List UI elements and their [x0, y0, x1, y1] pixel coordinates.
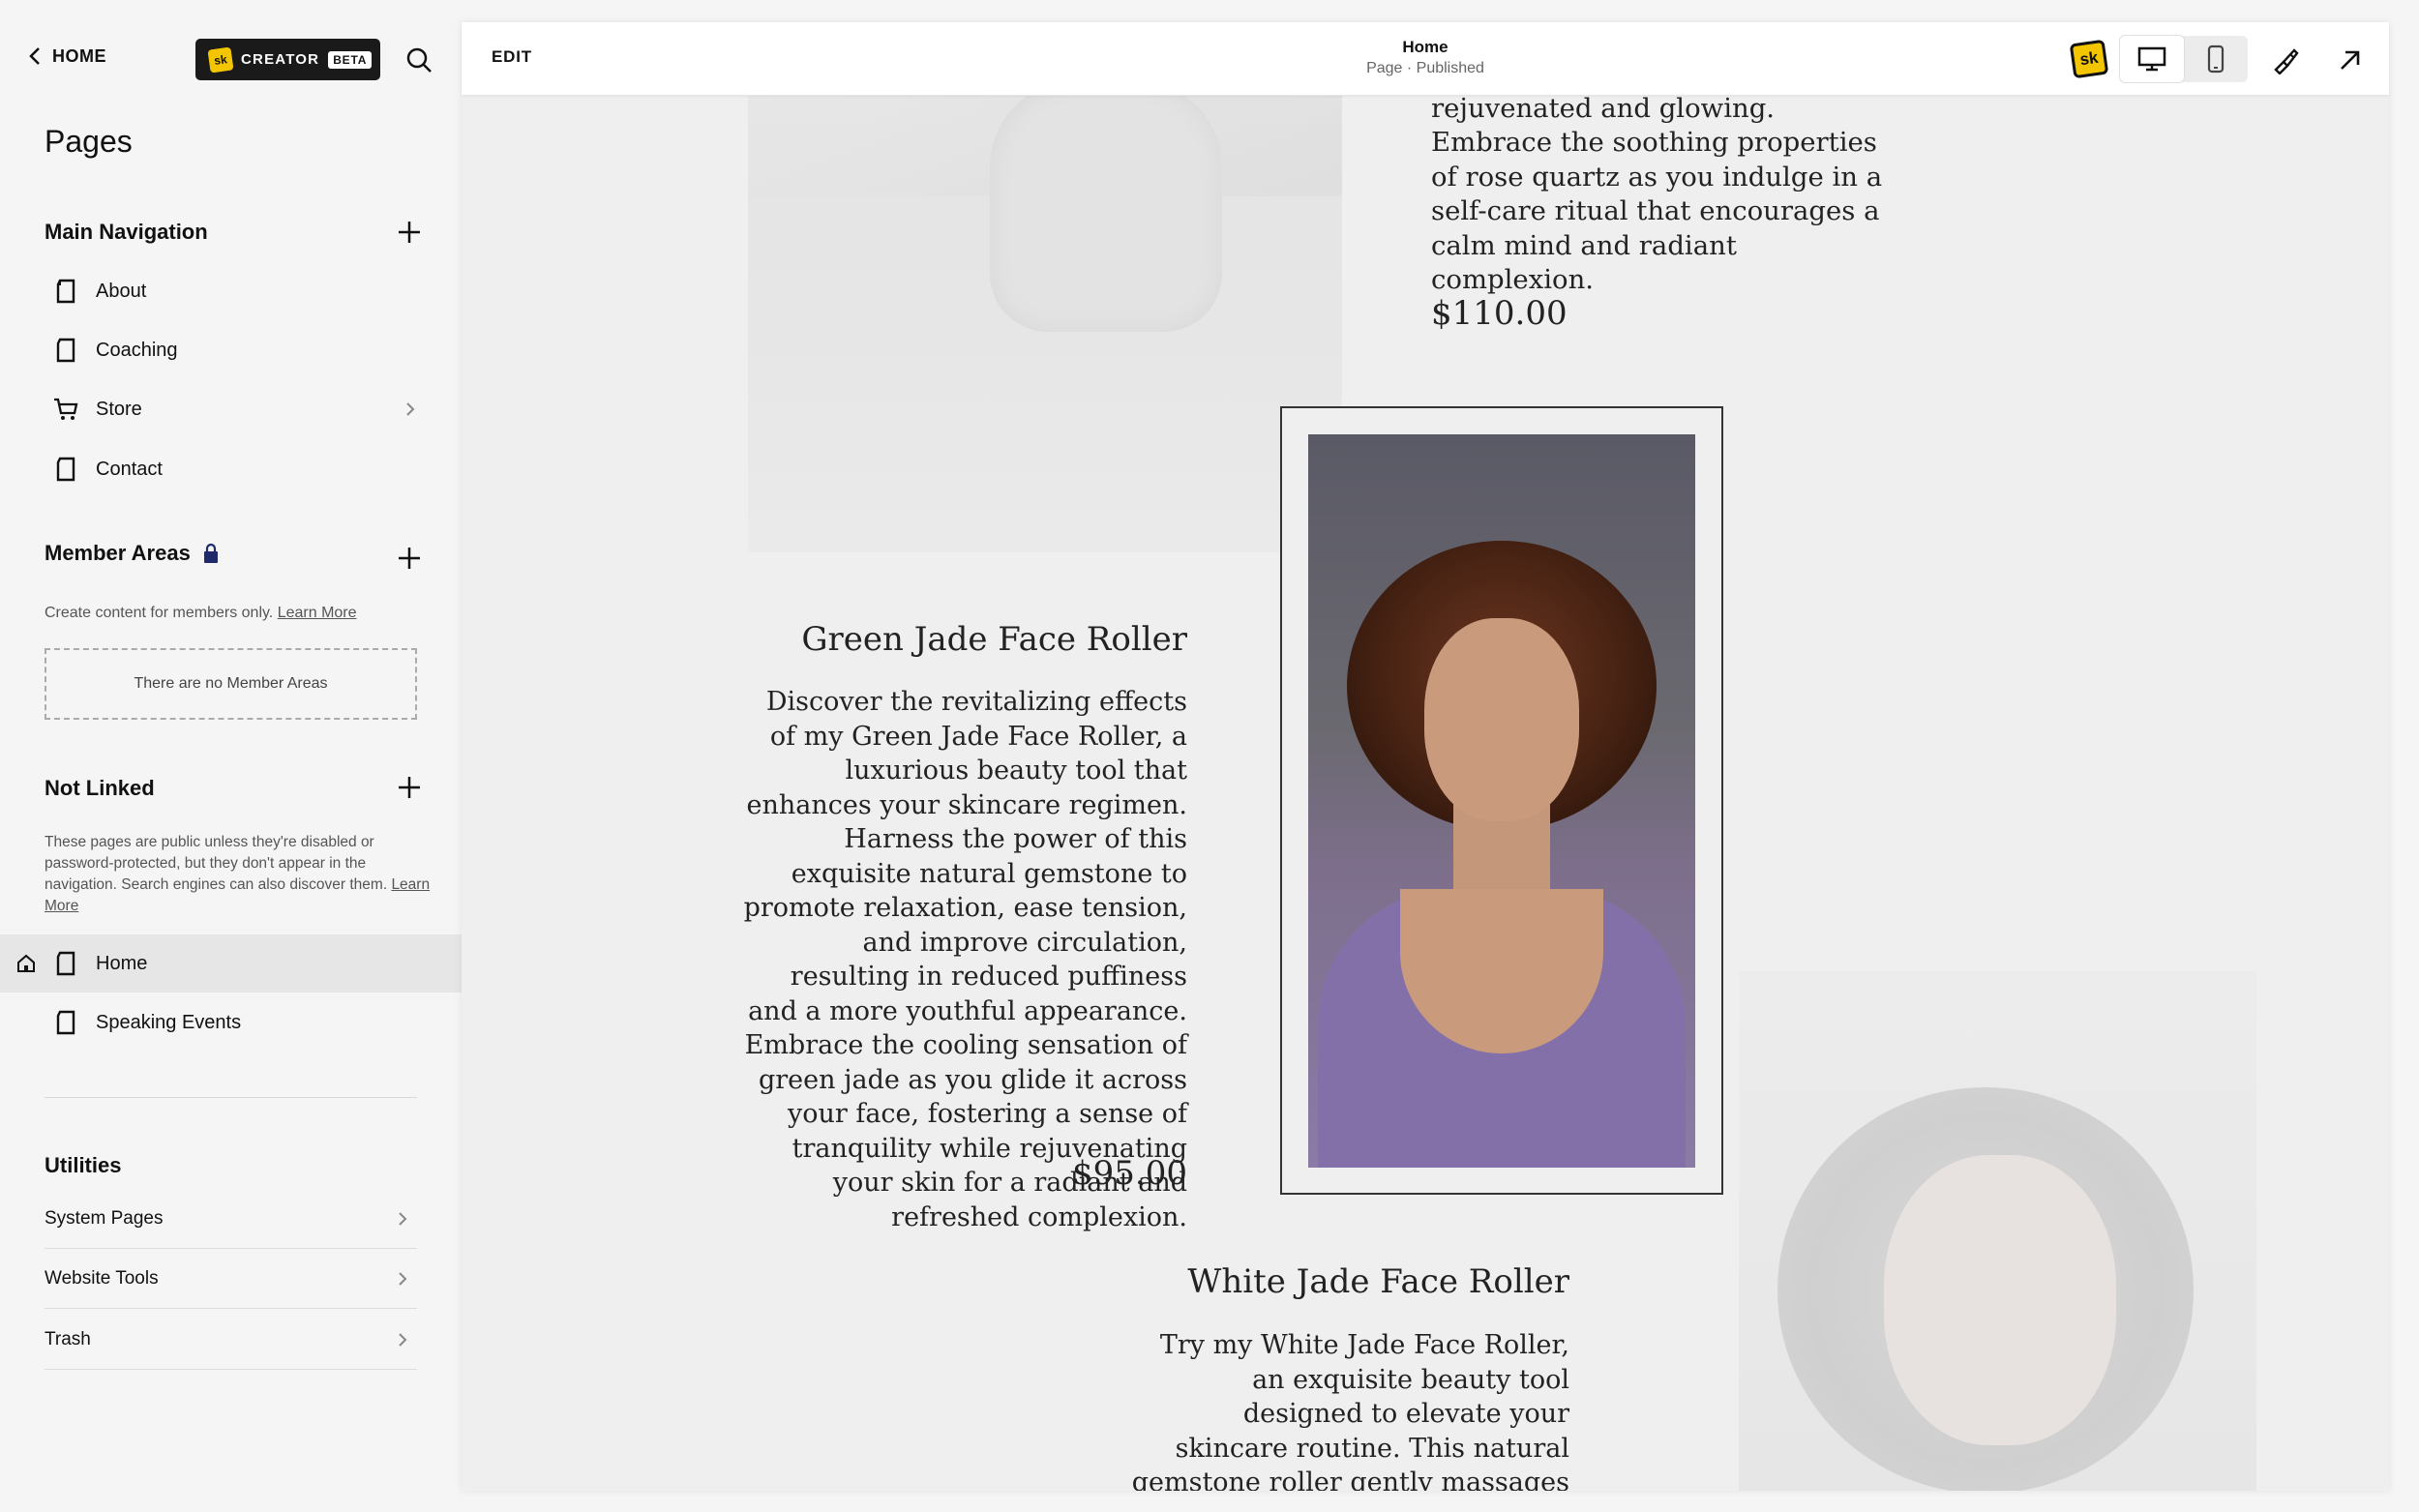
product-description: Try my White Jade Face Roller, an exquis… [1131, 1330, 1569, 1491]
lock-icon [203, 543, 218, 563]
utility-item-system-pages[interactable]: System Pages [45, 1189, 417, 1249]
home-link-label: HOME [52, 45, 106, 66]
editor-topbar: EDIT Home Page · Published sk [462, 22, 2389, 96]
member-areas-helper: Create content for members only. Learn M… [45, 603, 432, 624]
not-linked-helper-text: These pages are public unless they're di… [45, 834, 388, 893]
nav-item-coaching[interactable]: Coaching [0, 321, 462, 379]
add-member-area-plus-icon[interactable] [396, 545, 423, 572]
member-areas-heading: Member Areas [45, 541, 220, 566]
desktop-view-button[interactable] [2120, 36, 2184, 82]
sk-brand-icon[interactable]: sk [2069, 39, 2109, 79]
not-linked-helper: These pages are public unless they're di… [45, 832, 432, 917]
main-navigation-heading: Main Navigation [45, 220, 208, 244]
add-not-linked-page-plus-icon[interactable] [396, 774, 423, 801]
product-description: Discover the revitalizing effects of my … [743, 687, 1187, 1232]
not-linked-heading: Not Linked [45, 776, 155, 800]
page-title: Pages [45, 124, 133, 159]
nav-item-store[interactable]: Store [0, 380, 462, 438]
desktop-icon [2137, 46, 2166, 72]
page-icon [52, 949, 79, 978]
utilities-heading: Utilities [45, 1153, 122, 1177]
device-view-toggle[interactable] [2120, 36, 2248, 82]
utility-item-label: Website Tools [45, 1267, 159, 1289]
search-icon[interactable] [404, 45, 433, 74]
open-external-arrow-icon[interactable] [2336, 45, 2365, 74]
member-areas-helper-text: Create content for members only. [45, 605, 274, 621]
homepage-house-icon [17, 954, 35, 972]
nav-item-label: Speaking Events [96, 1011, 242, 1033]
sk-logo-icon: sk [207, 45, 234, 74]
page-icon [52, 455, 79, 484]
green-jade-product-image-frame[interactable] [1280, 406, 1723, 1195]
utility-item-trash[interactable]: Trash [45, 1310, 417, 1370]
nav-item-contact[interactable]: Contact [0, 440, 462, 498]
pages-sidebar: HOME sk CREATOR BETA Pages Main Navigati… [0, 0, 462, 1512]
member-areas-learn-more-link[interactable]: Learn More [278, 605, 357, 621]
utility-item-label: Trash [45, 1328, 91, 1349]
utility-item-label: System Pages [45, 1207, 164, 1229]
nav-item-label: Coaching [96, 339, 178, 361]
chevron-right-icon [399, 1332, 407, 1347]
chevron-left-icon [29, 47, 40, 65]
creator-label: CREATOR [241, 51, 320, 68]
page-preview-canvas[interactable]: leaving your skin looking rejuvenated an… [462, 22, 2389, 1491]
nav-item-about[interactable]: About [0, 262, 462, 320]
nav-item-label: Store [96, 398, 142, 420]
nav-item-speaking-events[interactable]: Speaking Events [0, 993, 462, 1052]
add-page-main-nav-plus-icon[interactable] [396, 219, 423, 246]
nav-item-label: Home [96, 952, 148, 974]
member-areas-empty-state: There are no Member Areas [45, 648, 417, 720]
product-price: $110.00 [1431, 294, 1568, 333]
product-title: Green Jade Face Roller [801, 620, 1187, 659]
green-jade-product-photo [1308, 434, 1695, 1168]
chevron-right-icon [399, 1211, 407, 1226]
product-photo-faded-top [748, 22, 1342, 552]
chevron-right-icon [399, 1271, 407, 1286]
mobile-view-button[interactable] [2184, 36, 2248, 82]
cart-icon [52, 395, 79, 424]
product-price: $95.00 [1072, 1154, 1187, 1193]
product-photo-faded-bottom [1739, 971, 2256, 1491]
page-icon [52, 277, 79, 306]
back-home-link[interactable]: HOME [27, 44, 106, 68]
design-brush-icon[interactable] [2271, 45, 2300, 74]
mobile-icon [2207, 44, 2225, 74]
nav-item-home[interactable]: Home [0, 934, 462, 993]
creator-badge[interactable]: sk CREATOR BETA [195, 39, 380, 80]
nav-item-label: About [96, 280, 147, 302]
chevron-right-icon[interactable] [401, 400, 420, 419]
product-title: White Jade Face Roller [1187, 1262, 1569, 1301]
sidebar-divider [45, 1097, 417, 1098]
page-icon [52, 1008, 79, 1037]
page-icon [52, 336, 79, 365]
utility-item-website-tools[interactable]: Website Tools [45, 1249, 417, 1309]
nav-item-label: Contact [96, 458, 163, 480]
member-areas-heading-label: Member Areas [45, 541, 191, 565]
beta-tag: BETA [328, 50, 373, 69]
